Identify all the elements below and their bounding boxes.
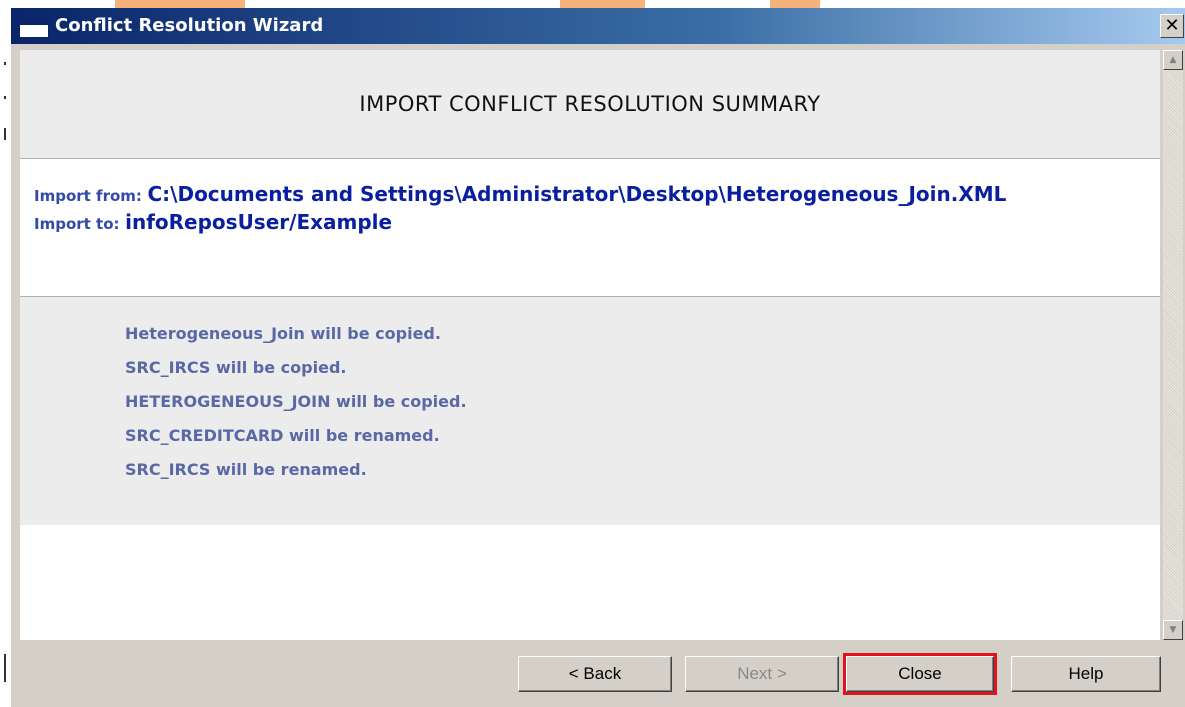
- summary-heading: IMPORT CONFLICT RESOLUTION SUMMARY: [359, 92, 821, 116]
- import-details: Import from: C:\Documents and Settings\A…: [34, 181, 1034, 237]
- list-item: SRC_IRCS will be copied.: [125, 358, 347, 377]
- import-to-row: Import to: infoReposUser/Example: [34, 209, 1034, 237]
- accent-bar: [560, 0, 645, 8]
- edge-mark: [4, 96, 6, 99]
- title-bar[interactable]: Conflict Resolution Wizard ✕: [11, 8, 1185, 44]
- edge-mark: [4, 62, 6, 65]
- results-list: Heterogeneous_Join will be copied. SRC_I…: [125, 324, 467, 494]
- results-panel: Heterogeneous_Join will be copied. SRC_I…: [20, 296, 1160, 525]
- import-from-path: C:\Documents and Settings\Administrator\…: [147, 182, 1007, 206]
- list-item: SRC_IRCS will be renamed.: [125, 460, 367, 479]
- import-from-label: Import from:: [34, 187, 142, 205]
- list-item: SRC_CREDITCARD will be renamed.: [125, 426, 440, 445]
- import-from-row: Import from: C:\Documents and Settings\A…: [34, 181, 1034, 209]
- close-window-icon[interactable]: ✕: [1160, 14, 1184, 38]
- scroll-up-icon[interactable]: ▲: [1163, 50, 1183, 70]
- vertical-scrollbar[interactable]: ▲ ▼: [1163, 50, 1183, 640]
- help-button[interactable]: Help: [1011, 656, 1161, 692]
- window-icon: [19, 19, 49, 38]
- summary-header: IMPORT CONFLICT RESOLUTION SUMMARY: [20, 50, 1160, 159]
- edge-mark: [4, 128, 6, 140]
- close-button[interactable]: Close: [843, 653, 997, 695]
- summary-content: IMPORT CONFLICT RESOLUTION SUMMARY Impor…: [20, 50, 1160, 640]
- list-item: HETEROGENEOUS_JOIN will be copied.: [125, 392, 467, 411]
- import-to-label: Import to:: [34, 215, 120, 233]
- next-button[interactable]: Next >: [685, 656, 839, 692]
- list-item: Heterogeneous_Join will be copied.: [125, 324, 441, 343]
- window-title: Conflict Resolution Wizard: [55, 15, 324, 36]
- import-to-target: infoReposUser/Example: [125, 210, 393, 234]
- scroll-down-icon[interactable]: ▼: [1163, 620, 1183, 640]
- accent-bar: [115, 0, 245, 8]
- edge-mark: [4, 654, 6, 682]
- left-edge: [0, 0, 10, 707]
- accent-bar: [770, 0, 820, 8]
- back-button[interactable]: < Back: [518, 656, 672, 692]
